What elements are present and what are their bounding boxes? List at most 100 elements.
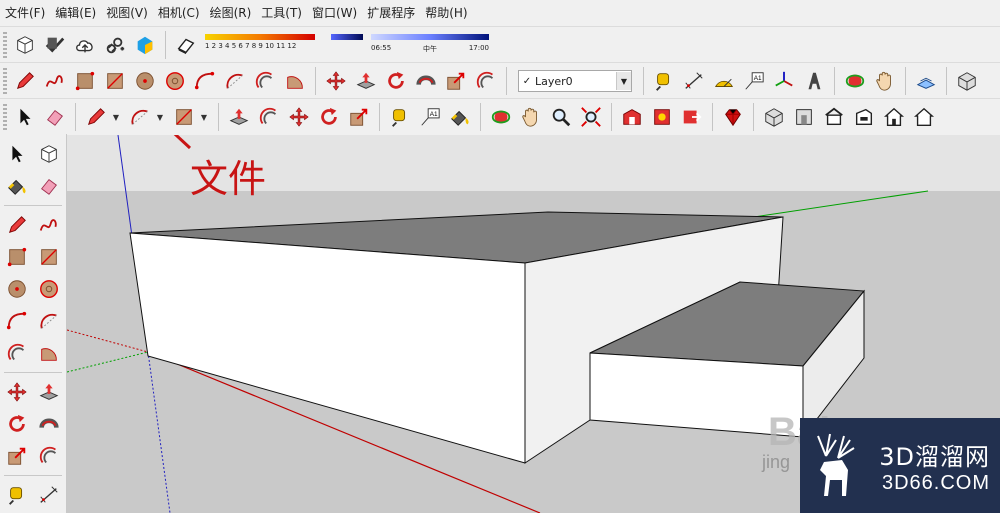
rotate-tool-icon[interactable] (4, 411, 30, 437)
toolbar-grip[interactable] (3, 32, 7, 58)
cloud-upload-icon[interactable] (72, 32, 98, 58)
axes-tool-icon[interactable] (771, 68, 797, 94)
eraser-tool-icon[interactable] (36, 173, 62, 199)
select-tool-icon[interactable] (4, 141, 30, 167)
follow-me-tool-icon[interactable] (36, 411, 62, 437)
scale-tool-icon[interactable] (4, 443, 30, 469)
offset-tool-icon[interactable] (473, 68, 499, 94)
polygon-tool-icon[interactable] (162, 68, 188, 94)
rotate-tool-icon[interactable] (383, 68, 409, 94)
tape-measure-icon[interactable] (651, 68, 677, 94)
circle-tool-icon[interactable] (132, 68, 158, 94)
text-tool-icon[interactable] (417, 104, 443, 130)
freehand-tool-icon[interactable] (42, 68, 68, 94)
layer-dropdown[interactable]: ✓ Layer0 ▼ (518, 70, 632, 92)
menu-edit[interactable]: 编辑(E) (50, 0, 101, 26)
move-tool-icon[interactable] (4, 379, 30, 405)
line-dropdown-chevron-icon[interactable]: ▼ (111, 104, 121, 130)
polygon-tool-icon[interactable] (36, 276, 62, 302)
iso-view-icon[interactable] (954, 68, 980, 94)
paint-bucket-icon[interactable] (447, 104, 473, 130)
push-pull-tool-icon[interactable] (226, 104, 252, 130)
line-tool-icon[interactable] (4, 212, 30, 238)
pan-tool-icon[interactable] (518, 104, 544, 130)
back-view-icon[interactable] (881, 104, 907, 130)
shadow-toggle-icon[interactable] (173, 32, 199, 58)
tape-measure-icon[interactable] (387, 104, 413, 130)
rectangle-tool-icon[interactable] (4, 244, 30, 270)
arc-3pt-tool-icon[interactable] (252, 68, 278, 94)
rotated-rectangle-tool-icon[interactable] (36, 244, 62, 270)
push-pull-tool-icon[interactable] (353, 68, 379, 94)
arc-tool-icon[interactable] (192, 68, 218, 94)
arc-tool-icon[interactable] (4, 308, 30, 334)
menu-file[interactable]: 文件(F) (0, 0, 50, 26)
arc-tool-icon[interactable] (127, 104, 153, 130)
toolbar-grip[interactable] (3, 104, 7, 130)
chevron-down-icon[interactable]: ▼ (616, 72, 631, 90)
share-model-icon[interactable] (679, 104, 705, 130)
menu-tools[interactable]: 工具(T) (256, 0, 307, 26)
left-view-icon[interactable] (911, 104, 937, 130)
add-location-icon[interactable] (102, 32, 128, 58)
menu-view[interactable]: 视图(V) (101, 0, 153, 26)
menu-camera[interactable]: 相机(C) (153, 0, 205, 26)
rectangle-tool-icon[interactable] (72, 68, 98, 94)
dimension-tool-icon[interactable] (36, 482, 62, 508)
eraser-tool-icon[interactable] (42, 104, 68, 130)
3d-warehouse-icon[interactable] (619, 104, 645, 130)
offset-tool-icon[interactable] (256, 104, 282, 130)
arc-2pt-tool-icon[interactable] (222, 68, 248, 94)
right-view-icon[interactable] (851, 104, 877, 130)
zoom-tool-icon[interactable] (548, 104, 574, 130)
pan-tool-icon[interactable] (872, 68, 898, 94)
freehand-tool-icon[interactable] (36, 212, 62, 238)
rotate-tool-icon[interactable] (316, 104, 342, 130)
shadow-time-bar[interactable] (371, 34, 489, 40)
move-tool-icon[interactable] (286, 104, 312, 130)
menu-window[interactable]: 窗口(W) (307, 0, 362, 26)
pie-tool-icon[interactable] (282, 68, 308, 94)
shadow-time-slider[interactable]: 06:55 中午 17:00 (371, 30, 489, 60)
toolbar-grip[interactable] (3, 68, 7, 94)
shadow-month-bar[interactable] (205, 34, 315, 40)
zoom-extents-icon[interactable] (578, 104, 604, 130)
menu-extensions[interactable]: 扩展程序 (362, 0, 420, 26)
scale-tool-icon[interactable] (346, 104, 372, 130)
top-view-icon[interactable] (821, 104, 847, 130)
iso-view-icon[interactable] (761, 104, 787, 130)
shape-dropdown-chevron-icon[interactable]: ▼ (199, 104, 209, 130)
menu-draw[interactable]: 绘图(R) (205, 0, 257, 26)
extension-warehouse-icon[interactable] (649, 104, 675, 130)
orbit-tool-icon[interactable] (488, 104, 514, 130)
arc-2pt-tool-icon[interactable] (36, 308, 62, 334)
cube-icon[interactable] (12, 32, 38, 58)
line-tool-icon[interactable] (12, 68, 38, 94)
component-icon[interactable] (36, 141, 62, 167)
offset-tool-icon[interactable] (36, 443, 62, 469)
ruby-console-icon[interactable] (720, 104, 746, 130)
circle-tool-icon[interactable] (4, 276, 30, 302)
trimble-connect-icon[interactable] (132, 32, 158, 58)
model-info-icon[interactable] (42, 32, 68, 58)
arc-dropdown-chevron-icon[interactable]: ▼ (155, 104, 165, 130)
menu-help[interactable]: 帮助(H) (420, 0, 472, 26)
line-tool-icon[interactable] (83, 104, 109, 130)
3d-text-tool-icon[interactable] (801, 68, 827, 94)
shadow-date-slider[interactable]: 1 2 3 4 5 6 7 8 9 10 11 12 (205, 30, 363, 60)
orbit-tool-icon[interactable] (842, 68, 868, 94)
select-tool-icon[interactable] (12, 104, 38, 130)
arc-3pt-tool-icon[interactable] (4, 340, 30, 366)
text-tool-icon[interactable] (741, 68, 767, 94)
tape-measure-icon[interactable] (4, 482, 30, 508)
paint-bucket-icon[interactable] (4, 173, 30, 199)
pie-tool-icon[interactable] (36, 340, 62, 366)
rotated-rectangle-tool-icon[interactable] (102, 68, 128, 94)
shape-tool-icon[interactable] (171, 104, 197, 130)
protractor-tool-icon[interactable] (711, 68, 737, 94)
dimension-tool-icon[interactable] (681, 68, 707, 94)
follow-me-tool-icon[interactable] (413, 68, 439, 94)
push-pull-tool-icon[interactable] (36, 379, 62, 405)
scale-tool-icon[interactable] (443, 68, 469, 94)
sandbox-tool-icon[interactable] (913, 68, 939, 94)
